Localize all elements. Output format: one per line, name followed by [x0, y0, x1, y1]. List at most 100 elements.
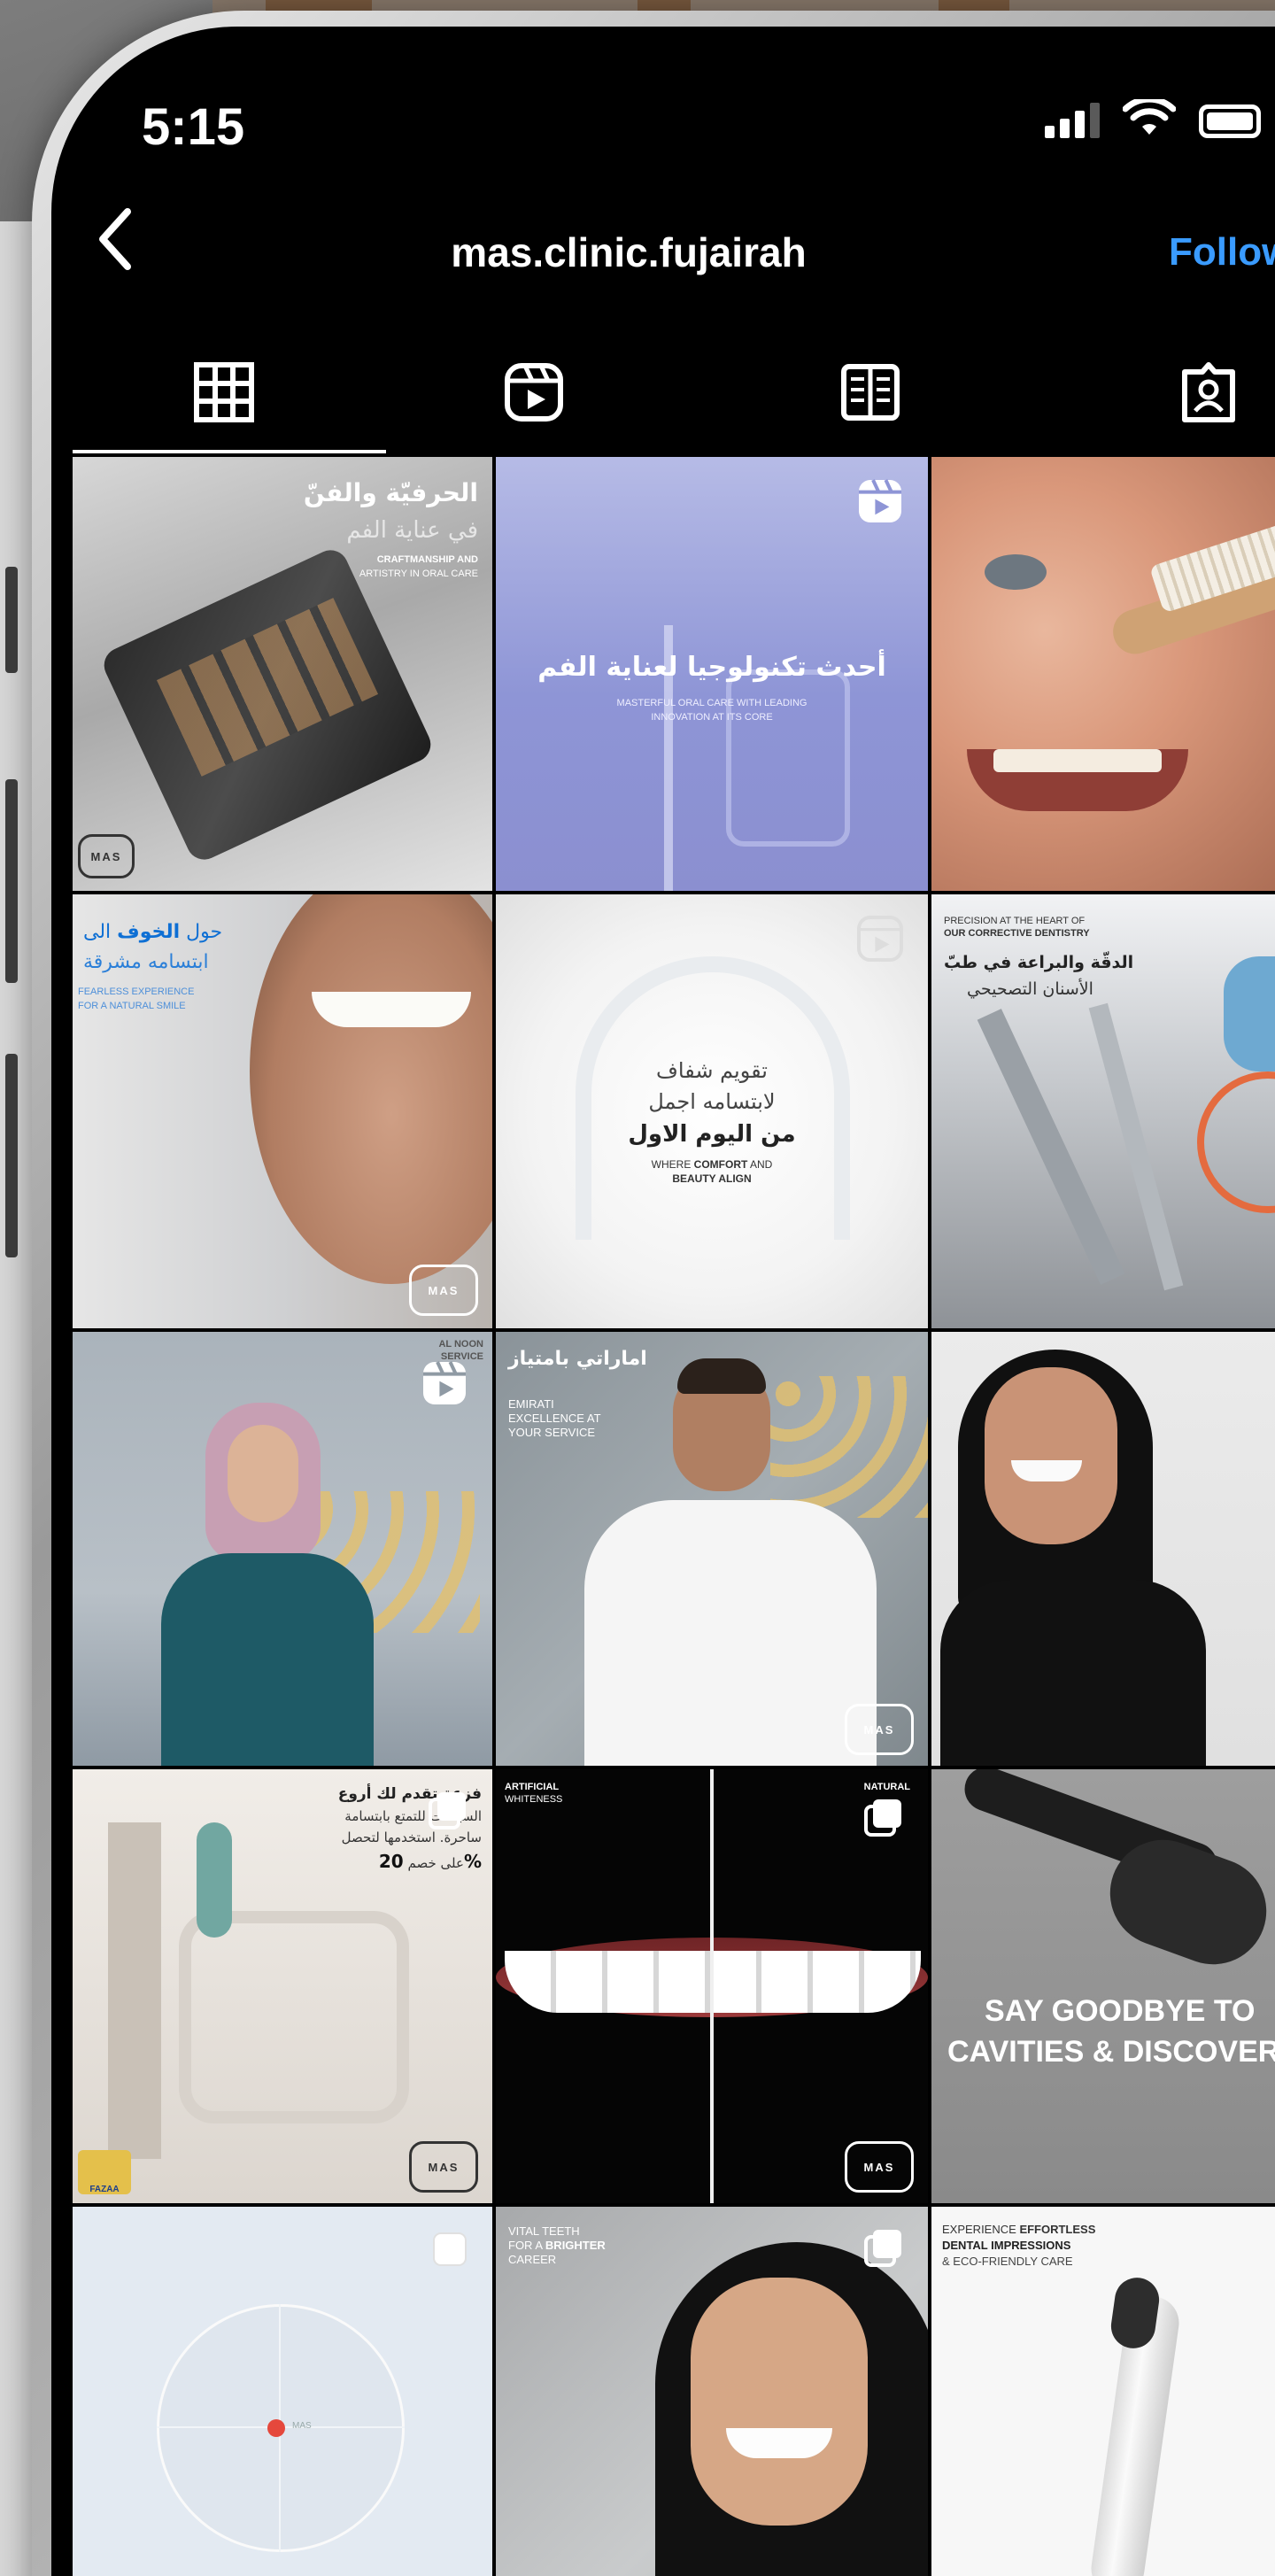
profile-username[interactable]: mas.clinic.fujairah [354, 228, 903, 276]
equipment-shape [108, 1822, 161, 2159]
post-line: ساحرة. استخدمها لتحصل [341, 1830, 482, 1845]
post-title: حول الخوف الى [83, 921, 223, 943]
post-tile[interactable]: تقويم شفاف لابتسامه اجمل من اليوم الاول … [496, 894, 928, 1328]
woman-abaya-lower [940, 1580, 1206, 1766]
equipment-shape [726, 669, 850, 847]
post-title: الدقّة والبراعة في طبّ [944, 953, 1134, 972]
clinic-logo: MAS [409, 2141, 478, 2193]
post-tile[interactable]: اماراتي بامتياز EMIRATI EXCELLENCE AT YO… [496, 1332, 928, 1766]
post-title: أحدث تكنولوجيا لعناية الفم [537, 652, 886, 683]
post-caption: WHITENESS [505, 1794, 563, 1805]
post-tile[interactable]: PRECISION AT THE HEART OF OUR CORRECTIVE… [931, 894, 1275, 1328]
post-caption: NATURAL [863, 1782, 910, 1792]
woman-smile [726, 2428, 832, 2458]
child-teeth [993, 749, 1162, 772]
tab-tagged[interactable] [1169, 352, 1248, 432]
clinic-logo: MAS [845, 2141, 914, 2193]
fazaa-badge: FAZAA [78, 2150, 131, 2194]
post-caption: & ECO-FRIENDLY CARE [942, 2255, 1073, 2268]
status-icons [1045, 94, 1261, 138]
post-tile[interactable]: EXPERIENCE EFFORTLESS DENTAL IMPRESSIONS… [931, 2207, 1275, 2576]
side-button [5, 779, 18, 983]
back-button[interactable] [97, 204, 151, 275]
wifi-icon [1123, 99, 1176, 135]
post-caption: FOR A NATURAL SMILE [78, 1001, 186, 1011]
chevron-left-icon [99, 208, 131, 270]
divider-line [710, 1769, 714, 2203]
red-dot [267, 2419, 285, 2437]
post-caption: FOR A BRIGHTER [508, 2239, 606, 2252]
post-caption: CAREER [508, 2253, 557, 2266]
reels-icon [857, 916, 903, 962]
post-line: على خصم 20% [378, 1851, 482, 1872]
post-tile[interactable]: ARTIFICIAL WHITENESS NATURAL MAS [496, 1769, 928, 2203]
tagged-icon [1182, 362, 1235, 422]
battery-icon [1199, 104, 1261, 138]
tab-reels[interactable] [494, 352, 574, 432]
post-headline: SAY GOODBYE TO [985, 1994, 1256, 2028]
child-eye [985, 554, 1047, 590]
dot-label: MAS [292, 2421, 312, 2431]
post-tile[interactable]: MAS [73, 2207, 492, 2576]
post-caption: MASTERFUL ORAL CARE WITH LEADING [616, 698, 808, 708]
man-face-shape [250, 894, 492, 1284]
post-tile[interactable]: AL NOON SERVICE [73, 1332, 492, 1766]
hex-pattern [770, 1376, 928, 1518]
orange-tube [1197, 1071, 1275, 1213]
post-tile[interactable]: VITAL TEETH FOR A BRIGHTER CAREER [496, 2207, 928, 2576]
woman-face [985, 1367, 1117, 1544]
clinic-logo: MAS [845, 1704, 914, 1755]
tab-posts-grid[interactable] [184, 352, 264, 432]
post-tile[interactable]: الحرفيّة والفنّ في عناية الفم CRAFTMANSH… [73, 457, 492, 891]
woman-face [228, 1425, 298, 1522]
clinic-logo: MAS [409, 1265, 478, 1316]
woman-teal-top [161, 1553, 374, 1766]
post-caption: INNOVATION AT ITS CORE [651, 712, 773, 723]
post-caption: VITAL TEETH [508, 2224, 580, 2238]
post-tile[interactable] [931, 1332, 1275, 1766]
carousel-icon [864, 1799, 901, 1837]
post-subtitle: لابتسامه اجمل [648, 1089, 776, 1114]
tab-active-indicator [73, 450, 386, 453]
post-caption: CRAFTMANSHIP AND [376, 554, 478, 565]
side-button [5, 567, 18, 673]
post-caption: BEAUTY ALIGN [672, 1172, 752, 1185]
reels-icon [859, 479, 901, 522]
man-smile [312, 992, 471, 1027]
guides-icon [841, 364, 900, 421]
post-caption: FEARLESS EXPERIENCE [78, 986, 195, 997]
side-button [5, 1054, 18, 1257]
post-tile[interactable]: حول الخوف الى ابتسامه مشرقة FEARLESS EXP… [73, 894, 492, 1328]
post-tile[interactable] [931, 457, 1275, 891]
post-tile[interactable]: فزعة تقدم لك أروع السيلانات للتمتع بابتس… [73, 1769, 492, 2203]
grid-icon [194, 362, 254, 422]
follow-button[interactable]: Follow [1169, 230, 1275, 275]
clinic-logo: MAS [78, 834, 135, 878]
status-time: 5:15 [142, 98, 245, 156]
post-caption: EXCELLENCE AT [508, 1412, 601, 1425]
post-subtitle: في عناية الفم [346, 517, 478, 544]
post-subtitle: الأسنان التصحيحي [967, 979, 1093, 999]
post-tile[interactable]: SAY GOODBYE TO CAVITIES & DISCOVER [931, 1769, 1275, 2203]
post-headline: من اليوم الاول [628, 1121, 796, 1148]
carousel-icon [433, 2232, 467, 2266]
carousel-icon [864, 2230, 901, 2267]
post-caption: WHERE COMFORT AND [651, 1158, 773, 1171]
post-title: الحرفيّة والفنّ [303, 478, 478, 507]
post-caption: YOUR SERVICE [508, 1426, 596, 1439]
post-caption: ARTIFICIAL [505, 1782, 560, 1792]
doctor-coat [584, 1500, 877, 1766]
post-caption: OUR CORRECTIVE DENTISTRY [944, 928, 1090, 939]
post-headline: CAVITIES & DISCOVER [947, 2035, 1275, 2069]
doctor-hair [677, 1358, 766, 1394]
carousel-icon [429, 1792, 466, 1830]
glove-shape [1224, 956, 1275, 1071]
dental-chair [179, 1911, 409, 2123]
woman-smile [1011, 1460, 1082, 1481]
tab-guides[interactable] [831, 352, 910, 432]
chair-light [197, 1822, 232, 1938]
phone-screen: 5:15 mas.clinic.fujairah Follow [51, 27, 1275, 2576]
post-caption: EMIRATI [508, 1397, 554, 1411]
post-subtitle: ابتسامه مشرقة [83, 951, 209, 973]
post-tile[interactable]: أحدث تكنولوجيا لعناية الفم MASTERFUL ORA… [496, 457, 928, 891]
